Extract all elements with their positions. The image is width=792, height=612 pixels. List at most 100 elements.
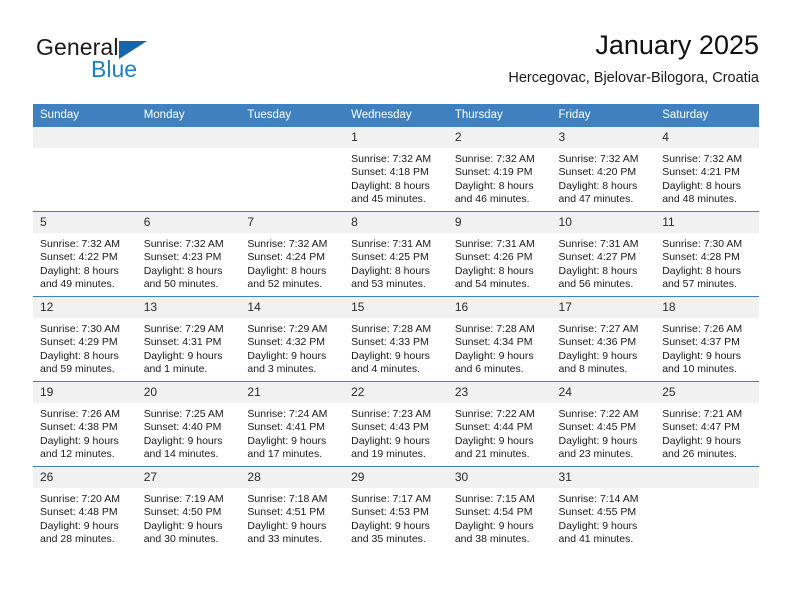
daylight-duration-line2: and 50 minutes.: [143, 278, 219, 291]
day-number: 17: [551, 297, 656, 318]
sunset-time: Sunset: 4:50 PM: [143, 506, 222, 519]
calendar-day-cell[interactable]: 20 Sunrise: 7:25 AM Sunset: 4:40 PM Dayligh…: [136, 381, 241, 467]
calendar-day-cell-empty: [33, 126, 137, 212]
daylight-duration-line1: Daylight: 8 hours: [662, 264, 742, 277]
daylight-duration-line1: Daylight: 9 hours: [558, 519, 638, 532]
sunrise-time: Sunrise: 7:28 AM: [454, 323, 535, 335]
sunrise-time: Sunrise: 7:20 AM: [40, 493, 120, 505]
weekday-row: Sunday Monday Tuesday Wednesday Thursday Frid…: [33, 104, 759, 127]
weekday-label: Sunday: [40, 109, 80, 121]
calendar-day-cell[interactable]: 13 Sunrise: 7:29 AM Sunset: 4:31 PM Dayligh…: [136, 296, 241, 382]
day-number: 31: [551, 467, 656, 488]
day-number: 19: [33, 382, 137, 403]
day-sun-info: Sunrise: 7:31 AM Sunset: 4:25 PM Daylight:…: [344, 233, 448, 292]
sunrise-time: Sunrise: 7:29 AM: [143, 323, 224, 335]
sunset-time: Sunset: 4:27 PM: [558, 251, 637, 264]
day-sun-info: Sunrise: 7:30 AM Sunset: 4:29 PM Daylight:…: [33, 318, 137, 377]
day-sun-info: Sunrise: 7:32 AM Sunset: 4:18 PM Daylight:…: [344, 148, 448, 207]
day-number: 3: [551, 127, 656, 148]
calendar-day-cell[interactable]: 31 Sunrise: 7:14 AM Sunset: 4:55 PM Dayligh…: [551, 466, 656, 551]
page-subtitle: Hercegovac, Bjelovar-Bilogora, Croatia: [508, 70, 759, 86]
day-sun-info: Sunrise: 7:21 AM Sunset: 4:47 PM Daylight:…: [655, 403, 759, 462]
daylight-duration-line2: and 49 minutes.: [40, 278, 115, 291]
daylight-duration-line1: Daylight: 9 hours: [454, 519, 534, 532]
calendar-day-cell[interactable]: 12 Sunrise: 7:30 AM Sunset: 4:29 PM Dayligh…: [33, 296, 137, 382]
daylight-duration-line2: and 41 minutes.: [558, 533, 634, 546]
sunset-time: Sunset: 4:32 PM: [247, 336, 326, 349]
sunset-time: Sunset: 4:21 PM: [662, 166, 740, 179]
day-number: 11: [655, 212, 759, 233]
calendar-day-cell[interactable]: 10 Sunrise: 7:31 AM Sunset: 4:27 PM Dayligh…: [551, 211, 656, 297]
sunrise-time: Sunrise: 7:31 AM: [454, 238, 535, 250]
day-number: [33, 127, 137, 148]
calendar-day-cell[interactable]: 4 Sunrise: 7:32 AM Sunset: 4:21 PM Daylight…: [655, 126, 759, 212]
day-sun-info: Sunrise: 7:32 AM Sunset: 4:20 PM Daylight:…: [552, 148, 656, 207]
daylight-duration-line1: Daylight: 8 hours: [558, 264, 638, 277]
calendar-day-cell[interactable]: 11 Sunrise: 7:30 AM Sunset: 4:28 PM Dayligh…: [655, 211, 759, 297]
calendar-day-cell[interactable]: 5 Sunrise: 7:32 AM Sunset: 4:22 PM Daylight…: [33, 211, 137, 297]
calendar-day-cell[interactable]: 7 Sunrise: 7:32 AM Sunset: 4:24 PM Daylight…: [240, 211, 345, 297]
calendar-day-cell[interactable]: 28 Sunrise: 7:18 AM Sunset: 4:51 PM Dayligh…: [240, 466, 345, 551]
daylight-duration-line1: Daylight: 8 hours: [143, 264, 223, 277]
day-number: 6: [136, 212, 241, 233]
general-blue-logo[interactable]: General Blue: [33, 34, 263, 90]
calendar-grid: Sunday Monday Tuesday Wednesday Thursday Frid…: [33, 104, 759, 551]
daylight-duration-line1: Daylight: 9 hours: [351, 434, 430, 447]
daylight-duration-line2: and 17 minutes.: [247, 448, 323, 461]
calendar-day-cell[interactable]: 24 Sunrise: 7:22 AM Sunset: 4:45 PM Dayligh…: [551, 381, 656, 467]
daylight-duration-line1: Daylight: 9 hours: [40, 434, 119, 447]
sunrise-time: Sunrise: 7:30 AM: [662, 238, 743, 250]
sunset-time: Sunset: 4:25 PM: [351, 251, 429, 264]
daylight-duration-line1: Daylight: 8 hours: [454, 264, 534, 277]
day-sun-info: Sunrise: 7:31 AM Sunset: 4:27 PM Daylight:…: [552, 233, 656, 292]
calendar-day-cell[interactable]: 3 Sunrise: 7:32 AM Sunset: 4:20 PM Daylight…: [551, 126, 656, 212]
weekday-header-thursday: Thursday: [447, 104, 552, 127]
daylight-duration-line1: Daylight: 9 hours: [454, 349, 534, 362]
calendar-day-cell[interactable]: 29 Sunrise: 7:17 AM Sunset: 4:53 PM Dayligh…: [344, 466, 448, 551]
sunset-time: Sunset: 4:24 PM: [247, 251, 326, 264]
calendar-day-cell[interactable]: 15 Sunrise: 7:28 AM Sunset: 4:33 PM Dayligh…: [344, 296, 448, 382]
day-number: 14: [240, 297, 345, 318]
calendar-day-cell[interactable]: 6 Sunrise: 7:32 AM Sunset: 4:23 PM Daylight…: [136, 211, 241, 297]
calendar-day-cell[interactable]: 17 Sunrise: 7:27 AM Sunset: 4:36 PM Dayligh…: [551, 296, 656, 382]
daylight-duration-line1: Daylight: 8 hours: [40, 349, 119, 362]
calendar-day-cell[interactable]: 19 Sunrise: 7:26 AM Sunset: 4:38 PM Dayligh…: [33, 381, 137, 467]
calendar-day-cell[interactable]: 26 Sunrise: 7:20 AM Sunset: 4:48 PM Dayligh…: [33, 466, 137, 551]
daylight-duration-line1: Daylight: 9 hours: [143, 434, 223, 447]
sunrise-time: Sunrise: 7:32 AM: [40, 238, 120, 250]
daylight-duration-line2: and 12 minutes.: [40, 448, 115, 461]
day-number: 13: [136, 297, 241, 318]
calendar-day-cell[interactable]: 14 Sunrise: 7:29 AM Sunset: 4:32 PM Dayligh…: [240, 296, 345, 382]
daylight-duration-line2: and 33 minutes.: [247, 533, 323, 546]
sunrise-time: Sunrise: 7:14 AM: [558, 493, 639, 505]
sunrise-time: Sunrise: 7:29 AM: [247, 323, 328, 335]
calendar-day-cell[interactable]: 16 Sunrise: 7:28 AM Sunset: 4:34 PM Dayligh…: [447, 296, 552, 382]
sunset-time: Sunset: 4:29 PM: [40, 336, 118, 349]
sunset-time: Sunset: 4:43 PM: [351, 421, 429, 434]
calendar-day-cell[interactable]: 23 Sunrise: 7:22 AM Sunset: 4:44 PM Dayligh…: [447, 381, 552, 467]
daylight-duration-line2: and 48 minutes.: [662, 193, 737, 206]
calendar-day-cell[interactable]: 9 Sunrise: 7:31 AM Sunset: 4:26 PM Daylight…: [447, 211, 552, 297]
calendar-day-cell[interactable]: 18 Sunrise: 7:26 AM Sunset: 4:37 PM Dayligh…: [655, 296, 759, 382]
calendar-day-cell[interactable]: 2 Sunrise: 7:32 AM Sunset: 4:19 PM Daylight…: [447, 126, 552, 212]
calendar-day-cell[interactable]: 21 Sunrise: 7:24 AM Sunset: 4:41 PM Dayligh…: [240, 381, 345, 467]
sunrise-time: Sunrise: 7:18 AM: [247, 493, 328, 505]
calendar-day-cell[interactable]: 25 Sunrise: 7:21 AM Sunset: 4:47 PM Dayligh…: [655, 381, 759, 467]
day-sun-info: Sunrise: 7:19 AM Sunset: 4:50 PM Daylight:…: [137, 488, 241, 547]
sunset-time: Sunset: 4:28 PM: [662, 251, 740, 264]
weekday-label: Monday: [143, 109, 185, 121]
calendar-day-cell[interactable]: 1 Sunrise: 7:32 AM Sunset: 4:18 PM Daylight…: [344, 126, 448, 212]
day-number: 22: [344, 382, 448, 403]
daylight-duration-line1: Daylight: 8 hours: [351, 264, 430, 277]
calendar-day-cell[interactable]: 27 Sunrise: 7:19 AM Sunset: 4:50 PM Dayligh…: [136, 466, 241, 551]
calendar-day-cell[interactable]: 22 Sunrise: 7:23 AM Sunset: 4:43 PM Dayligh…: [344, 381, 448, 467]
daylight-duration-line1: Daylight: 9 hours: [247, 519, 327, 532]
calendar-day-cell[interactable]: 8 Sunrise: 7:31 AM Sunset: 4:25 PM Daylight…: [344, 211, 448, 297]
daylight-duration-line1: Daylight: 9 hours: [143, 349, 223, 362]
sunset-time: Sunset: 4:31 PM: [143, 336, 222, 349]
calendar-day-cell[interactable]: 30 Sunrise: 7:15 AM Sunset: 4:54 PM Dayligh…: [447, 466, 552, 551]
sunset-time: Sunset: 4:47 PM: [662, 421, 740, 434]
sunset-time: Sunset: 4:44 PM: [454, 421, 533, 434]
daylight-duration-line2: and 6 minutes.: [454, 363, 524, 376]
daylight-duration-line2: and 8 minutes.: [558, 363, 628, 376]
